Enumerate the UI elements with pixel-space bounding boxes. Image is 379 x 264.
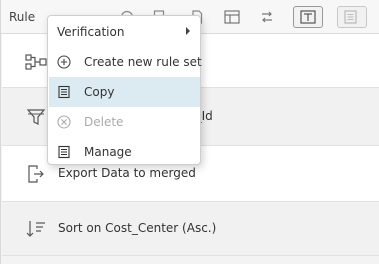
layout-button[interactable] (293, 6, 323, 28)
menu-item-label: Create new rule set (84, 55, 202, 69)
sort-ascending-icon (25, 218, 47, 240)
list-button (337, 6, 367, 28)
connector-icon (25, 51, 47, 73)
list-item-label: Export Data to merged (58, 166, 196, 180)
delete-circle-icon (57, 115, 71, 129)
context-menu: Verification Create new rule set Copy De… (47, 15, 202, 167)
plus-circle-icon (57, 55, 71, 69)
layout-icon (300, 10, 316, 24)
list-item-label: Sort on Cost_Center (Asc.) (58, 221, 217, 235)
menu-item-label: Copy (84, 85, 115, 99)
list-item[interactable]: Sort on Cost_Center (Asc.) (2, 202, 379, 256)
submenu-arrow-icon (186, 27, 190, 35)
list-icon (344, 10, 357, 24)
menu-item-create-new-rule-set[interactable]: Create new rule set (49, 47, 202, 77)
menu-item-label: Verification (57, 25, 125, 39)
menu-item-verification[interactable]: Verification (49, 17, 200, 47)
panel-title: Rule (9, 10, 36, 24)
table-icon[interactable] (222, 7, 242, 27)
filter-icon (25, 106, 47, 128)
copy-icon (57, 85, 71, 99)
menu-item-manage[interactable]: Manage (49, 137, 200, 167)
manage-list-icon (57, 145, 71, 159)
menu-item-label: Manage (84, 145, 132, 159)
menu-item-delete: Delete (49, 107, 200, 137)
menu-item-label: Delete (84, 115, 124, 129)
menu-item-copy[interactable]: Copy (49, 77, 200, 107)
export-icon (25, 163, 47, 185)
swap-icon[interactable] (257, 7, 277, 27)
